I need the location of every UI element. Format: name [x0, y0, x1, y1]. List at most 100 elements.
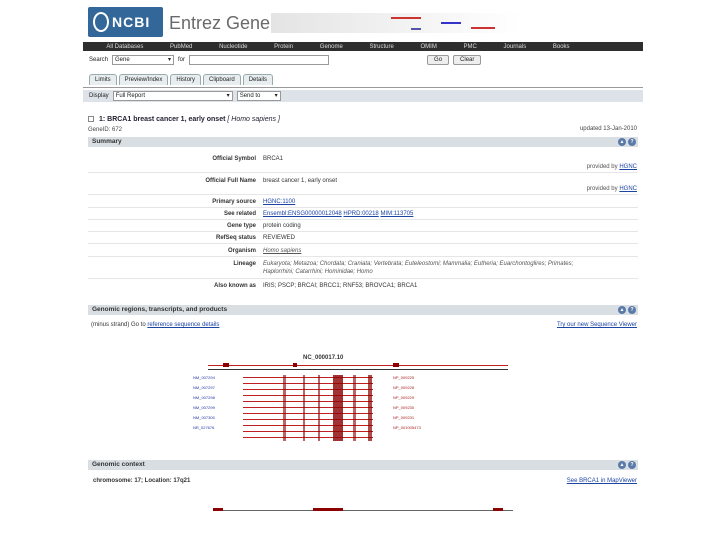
- result-index: 1:: [98, 116, 106, 123]
- section-controls: ▲ ?: [618, 138, 636, 146]
- transcript-label-left[interactable]: NM_007298: [193, 395, 215, 400]
- see-related-values: Ensembl:ENSG00000012048 HPRD:00218 MIM:1…: [263, 211, 413, 217]
- row-divider: [88, 256, 638, 257]
- gene-type-value: protein coding: [263, 223, 301, 229]
- help-icon[interactable]: ?: [628, 138, 636, 146]
- aka-value: IRIS; PSCP; BRCAI; BRCC1; RNF53; BROVCA1…: [263, 283, 418, 289]
- primary-source-key: Primary source: [212, 199, 256, 205]
- hprd-link[interactable]: HPRD:00218: [343, 211, 378, 217]
- exon-column: [353, 375, 356, 441]
- gene-id: GeneID: 672: [88, 127, 123, 133]
- strand-note-line: (minus strand) Go to reference sequence …: [91, 322, 219, 328]
- collapse-icon[interactable]: ▲: [618, 138, 626, 146]
- tab-details[interactable]: Details: [242, 74, 274, 85]
- ncbi-logo[interactable]: NCBI: [88, 7, 163, 37]
- gene-marker: [393, 363, 399, 367]
- format-select[interactable]: Full Report: [112, 91, 233, 101]
- nav-pmc[interactable]: PMC: [464, 44, 477, 50]
- exon-column: [368, 375, 372, 441]
- nav-genome[interactable]: Genome: [320, 44, 343, 50]
- transcript-label-left[interactable]: NM_007299: [193, 405, 215, 410]
- row-divider: [88, 207, 638, 208]
- mim-link[interactable]: MIM:113705: [380, 211, 413, 217]
- tab-divider: [83, 87, 643, 88]
- tab-clipboard[interactable]: Clipboard: [203, 74, 241, 85]
- entrez-gene-page: NCBI Entrez Gene All Databases PubMed Nu…: [83, 0, 643, 540]
- product-label-right[interactable]: NP_001005473: [393, 425, 421, 430]
- gene-title: 1: BRCA1 breast cancer 1, early onset [ …: [88, 116, 280, 123]
- nav-all-databases[interactable]: All Databases: [106, 44, 143, 50]
- primary-source-link[interactable]: HGNC:1100: [263, 199, 295, 205]
- organism-link[interactable]: Homo sapiens: [263, 248, 301, 254]
- go-button[interactable]: Go: [427, 55, 450, 65]
- collapse-icon[interactable]: ▲: [618, 461, 626, 469]
- sequence-viewer-link[interactable]: Try our new Sequence Viewer: [557, 322, 637, 328]
- official-name-key: Official Full Name: [205, 178, 256, 184]
- provided-by-label: provided by: [586, 164, 618, 170]
- product-label-right[interactable]: NP_009228: [393, 385, 414, 390]
- hgnc-link[interactable]: HGNC: [619, 186, 637, 192]
- nav-books[interactable]: Books: [553, 44, 570, 50]
- lineage-value-line1: Eukaryota; Metazoa; Chordata; Craniata; …: [263, 261, 574, 267]
- search-input[interactable]: [189, 55, 330, 65]
- send-to-select[interactable]: Send to: [236, 91, 281, 101]
- nav-pubmed[interactable]: PubMed: [170, 44, 192, 50]
- exon-column: [333, 375, 343, 441]
- exon-column: [283, 375, 286, 441]
- genomic-context-header[interactable]: Genomic context ▲ ?: [88, 460, 638, 470]
- summary-heading: Summary: [92, 138, 122, 145]
- tab-history[interactable]: History: [170, 74, 202, 85]
- exon-column: [303, 375, 305, 441]
- official-symbol-value: BRCA1: [263, 156, 284, 162]
- transcript-label-left[interactable]: NM_007294: [193, 375, 215, 380]
- select-checkbox[interactable]: [88, 116, 94, 123]
- ensembl-link[interactable]: Ensembl:ENSG00000012048: [263, 211, 342, 217]
- nav-structure[interactable]: Structure: [369, 44, 393, 50]
- transcript-label-left[interactable]: NM_007297: [193, 385, 215, 390]
- row-divider: [88, 219, 638, 220]
- transcript-label-left[interactable]: NR_027676: [193, 425, 214, 430]
- row-divider: [88, 243, 638, 244]
- help-icon[interactable]: ?: [628, 306, 636, 314]
- nav-nucleotide[interactable]: Nucleotide: [219, 44, 247, 50]
- top-navigation: All Databases PubMed Nucleotide Protein …: [83, 42, 643, 51]
- collapse-icon[interactable]: ▲: [618, 306, 626, 314]
- context-gene[interactable]: [493, 508, 503, 511]
- gene-species: [ Homo sapiens ]: [227, 116, 280, 123]
- context-gene[interactable]: [213, 508, 223, 511]
- product-label-right[interactable]: NP_009229: [393, 395, 414, 400]
- section-controls: ▲ ?: [618, 461, 636, 469]
- mapviewer-link[interactable]: See BRCA1 in MapViewer: [567, 478, 637, 484]
- database-select[interactable]: Gene: [112, 55, 175, 65]
- nav-protein[interactable]: Protein: [274, 44, 293, 50]
- row-divider: [88, 278, 638, 279]
- tab-preview-index[interactable]: Preview/Index: [118, 74, 169, 85]
- provided-by-2: provided by HGNC: [587, 186, 637, 192]
- transcript-label-left[interactable]: NM_007300: [193, 415, 215, 420]
- product-label-right[interactable]: NP_009231: [393, 415, 414, 420]
- nav-omim[interactable]: OMIM: [420, 44, 436, 50]
- context-gene-brca1[interactable]: [313, 508, 343, 511]
- help-icon[interactable]: ?: [628, 461, 636, 469]
- logo-text: NCBI: [112, 14, 151, 30]
- clear-button[interactable]: Clear: [453, 55, 482, 65]
- lineage-key: Lineage: [233, 261, 256, 267]
- nav-journals[interactable]: Journals: [504, 44, 527, 50]
- search-bar: Search Gene for Go Clear: [83, 53, 643, 67]
- gene-marker: [223, 363, 229, 367]
- row-divider: [88, 172, 638, 173]
- section-controls: ▲ ?: [618, 306, 636, 314]
- summary-header[interactable]: Summary ▲ ?: [88, 137, 638, 147]
- strand-note: (minus strand) Go to: [91, 322, 146, 328]
- product-label-right[interactable]: NP_009230: [393, 405, 414, 410]
- product-label-right[interactable]: NP_009225: [393, 375, 414, 380]
- hgnc-link[interactable]: HGNC: [619, 164, 637, 170]
- tab-limits[interactable]: Limits: [89, 74, 117, 85]
- genomic-context-graphic[interactable]: [203, 490, 533, 530]
- official-name-value: breast cancer 1, early onset: [263, 178, 338, 184]
- lineage-value-line2: Haplorrhini; Catarrhini; Hominidae; Homo: [263, 269, 373, 275]
- gene-structure-graphic[interactable]: NC_000017.10 NM_007294 NM_007297 NM_0072…: [193, 355, 523, 455]
- genomic-regions-header[interactable]: Genomic regions, transcripts, and produc…: [88, 305, 638, 315]
- provided-by-label: provided by: [586, 186, 618, 192]
- reference-sequence-link[interactable]: reference sequence details: [147, 322, 219, 328]
